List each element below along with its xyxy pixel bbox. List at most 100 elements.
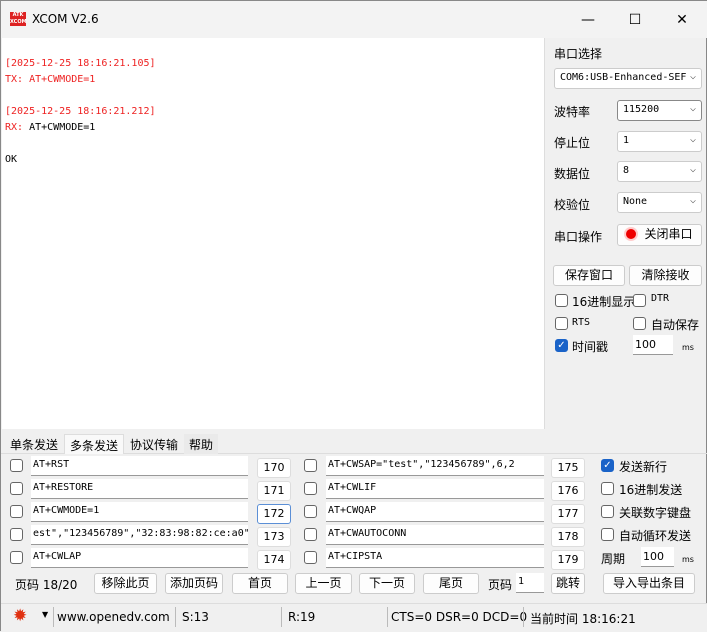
rx-prefix: RX: xyxy=(5,122,30,133)
auto-save-checkbox[interactable] xyxy=(633,317,646,330)
maximize-button[interactable]: ☐ xyxy=(623,9,647,31)
tab-help[interactable]: 帮助 xyxy=(184,434,219,454)
import-export-button[interactable]: 导入导出条目 xyxy=(603,573,695,594)
link-keypad-checkbox[interactable] xyxy=(601,505,614,518)
remove-page-button[interactable]: 移除此页 xyxy=(94,573,157,594)
stop-value: 1 xyxy=(623,135,630,146)
jump-button[interactable]: 跳转 xyxy=(551,573,585,594)
chevron-down-icon: ⌵ xyxy=(689,71,696,82)
close-port-button[interactable]: 关闭串口 xyxy=(617,224,702,246)
tab-multi-send[interactable]: 多条发送 xyxy=(64,434,125,454)
baud-value: 115200 xyxy=(623,104,660,115)
send-command-button[interactable]: 171 xyxy=(257,481,291,501)
row-checkbox[interactable] xyxy=(10,482,23,495)
send-newline-label: 发送新行 xyxy=(619,460,668,474)
row-checkbox[interactable] xyxy=(304,505,317,518)
clear-receive-button[interactable]: 清除接收 xyxy=(629,265,702,286)
dtr-checkbox[interactable] xyxy=(633,294,646,307)
stop-select[interactable]: 1 ⌵ xyxy=(617,131,702,152)
command-input[interactable]: AT+RESTORE xyxy=(31,479,248,499)
row-checkbox[interactable] xyxy=(10,528,23,541)
timestamp-input[interactable]: 100 xyxy=(633,335,673,355)
close-port-label: 关闭串口 xyxy=(644,227,693,241)
send-command-button[interactable]: 178 xyxy=(551,527,585,547)
recv-count: R:19 xyxy=(288,610,316,624)
parity-label: 校验位 xyxy=(554,198,591,212)
hex-send-label: 16进制发送 xyxy=(619,483,683,497)
send-command-button[interactable]: 177 xyxy=(551,504,585,524)
receive-line: TX: AT+CWMODE=1 xyxy=(5,74,96,85)
chevron-down-icon: ⌵ xyxy=(689,195,696,206)
send-command-button[interactable]: 174 xyxy=(257,550,291,570)
next-page-button[interactable]: 下一页 xyxy=(359,573,415,594)
command-input[interactable]: AT+CWAUTOCONN xyxy=(326,525,544,545)
parity-select[interactable]: None ⌵ xyxy=(617,192,702,213)
row-checkbox[interactable] xyxy=(304,459,317,472)
tab-protocol[interactable]: 协议传输 xyxy=(125,434,183,454)
close-button[interactable]: ✕ xyxy=(670,9,694,31)
baud-label: 波特率 xyxy=(554,105,591,119)
row-checkbox[interactable] xyxy=(304,551,317,564)
receive-line: [2025-12-25 18:16:21.212] xyxy=(5,106,156,117)
send-command-button[interactable]: 176 xyxy=(551,481,585,501)
save-window-button[interactable]: 保存窗口 xyxy=(553,265,625,286)
row-checkbox[interactable] xyxy=(10,551,23,564)
rts-label: RTS xyxy=(572,317,591,328)
send-command-button[interactable]: 170 xyxy=(257,458,291,478)
hex-send-checkbox[interactable] xyxy=(601,482,614,495)
tab-single-send[interactable]: 单条发送 xyxy=(5,434,63,454)
port-value: COM6:USB-Enhanced-SEF xyxy=(560,72,687,83)
command-input[interactable]: AT+CWSAP="test","123456789",6,2 xyxy=(326,456,544,476)
op-label: 串口操作 xyxy=(554,230,603,244)
settings-gear-icon[interactable]: ✹ xyxy=(13,606,27,626)
status-separator xyxy=(53,607,54,627)
row-checkbox[interactable] xyxy=(304,482,317,495)
send-command-button[interactable]: 173 xyxy=(257,527,291,547)
period-input[interactable]: 100 xyxy=(641,547,674,567)
send-command-button[interactable]: 172 xyxy=(257,504,291,524)
rts-checkbox[interactable] xyxy=(555,317,568,330)
last-page-button[interactable]: 尾页 xyxy=(423,573,479,594)
website-link[interactable]: www.openedv.com xyxy=(57,610,170,624)
row-checkbox[interactable] xyxy=(304,528,317,541)
command-input[interactable]: est","123456789","32:83:98:82:ce:a0" xyxy=(31,525,248,545)
data-select[interactable]: 8 ⌵ xyxy=(617,161,702,182)
chevron-down-icon: ⌵ xyxy=(689,134,696,145)
port-select[interactable]: COM6:USB-Enhanced-SEF ⌵ xyxy=(554,68,702,89)
prev-page-button[interactable]: 上一页 xyxy=(295,573,352,594)
baud-select[interactable]: 115200 ⌵ xyxy=(617,100,702,121)
chevron-down-icon: ⌵ xyxy=(689,164,696,175)
period-ms: ms xyxy=(682,555,694,564)
row-checkbox[interactable] xyxy=(10,505,23,518)
status-separator xyxy=(387,607,388,627)
status-separator xyxy=(523,607,524,627)
port-status-icon xyxy=(626,229,637,239)
current-time: 当前时间 18:16:21 xyxy=(530,612,636,626)
receive-line: OK xyxy=(5,154,18,165)
send-command-button[interactable]: 179 xyxy=(551,550,585,570)
minimize-button[interactable]: — xyxy=(576,9,600,31)
timestamp-checkbox[interactable]: ✓ xyxy=(555,339,568,352)
receive-line xyxy=(5,136,541,152)
send-command-button[interactable]: 175 xyxy=(551,458,585,478)
receive-line: RX: AT+CWMODE=1 xyxy=(5,120,541,136)
command-input[interactable]: AT+RST xyxy=(31,456,248,476)
auto-loop-checkbox[interactable] xyxy=(601,528,614,541)
command-input[interactable]: AT+CWLAP xyxy=(31,548,248,568)
command-input[interactable]: AT+CWMODE=1 xyxy=(31,502,248,522)
first-page-button[interactable]: 首页 xyxy=(232,573,288,594)
sent-count: S:13 xyxy=(182,610,209,624)
page-input[interactable]: 1 xyxy=(516,573,544,593)
auto-save-label: 自动保存 xyxy=(651,318,700,332)
send-newline-checkbox[interactable]: ✓ xyxy=(601,459,614,472)
command-input[interactable]: AT+CWLIF xyxy=(326,479,544,499)
row-checkbox[interactable] xyxy=(10,459,23,472)
receive-area[interactable]: [2025-12-25 18:16:21.105] TX: AT+CWMODE=1… xyxy=(2,38,545,429)
hex-display-checkbox[interactable] xyxy=(555,294,568,307)
receive-line: [2025-12-25 18:16:21.105] xyxy=(5,58,156,69)
command-input[interactable]: AT+CIPSTA xyxy=(326,548,544,568)
dtr-label: DTR xyxy=(651,293,670,304)
dropdown-arrow-icon[interactable]: ▼ xyxy=(42,610,48,619)
add-page-button[interactable]: 添加页码 xyxy=(165,573,223,594)
command-input[interactable]: AT+CWQAP xyxy=(326,502,544,522)
